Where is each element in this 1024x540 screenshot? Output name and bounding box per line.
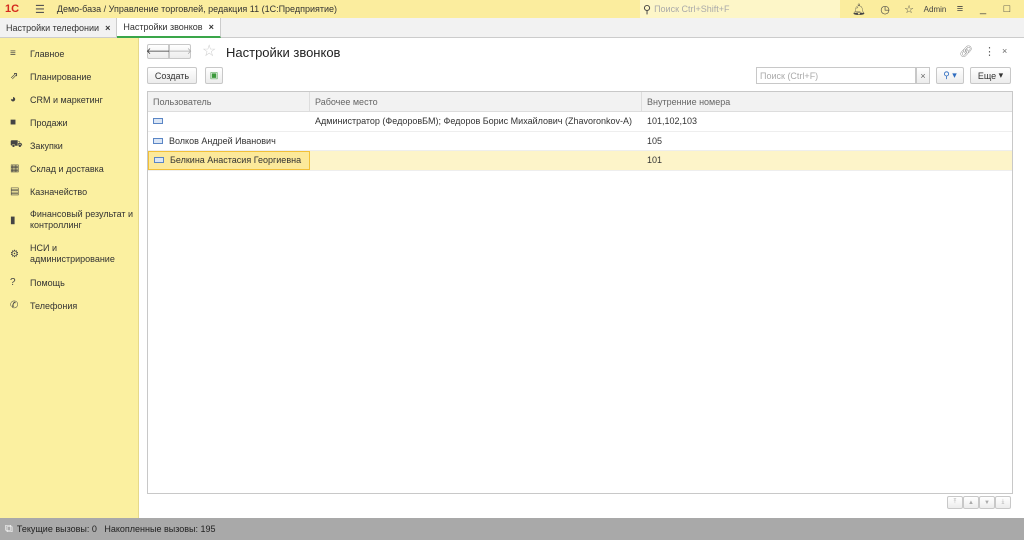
- close-icon[interactable]: ×: [209, 22, 214, 32]
- close-form-icon[interactable]: ×: [1002, 46, 1007, 56]
- first-page-button[interactable]: ⤒: [947, 496, 963, 509]
- app-title: Демо-база / Управление торговлей, редакц…: [56, 4, 338, 14]
- chart-icon: ⇗: [10, 71, 19, 82]
- money-icon: ▤: [10, 186, 20, 197]
- sidebar-item-main[interactable]: ≡ Главное: [0, 42, 138, 65]
- forward-button[interactable]: 🡒: [168, 44, 192, 59]
- search-button[interactable]: ⚲ ▾: [936, 67, 964, 84]
- page-up-button[interactable]: ▲: [963, 496, 979, 509]
- app-logo: 1С: [5, 3, 20, 15]
- page-down-button[interactable]: ▼: [979, 496, 995, 509]
- copy-document-icon[interactable]: ▣: [205, 67, 223, 84]
- sidebar-item-crm[interactable]: ◕ CRM и маркетинг: [0, 88, 138, 111]
- search-icon: ⚲: [643, 3, 652, 16]
- minimize-icon[interactable]: _: [971, 3, 995, 15]
- star-icon[interactable]: ☆: [897, 3, 921, 16]
- menu-icon: ≡: [10, 48, 16, 59]
- sidebar-item-sales[interactable]: ■ Продажи: [0, 111, 138, 134]
- sidebar-item-finance[interactable]: ▮ Финансовый результат и контроллинг: [0, 203, 138, 237]
- calls-icon[interactable]: ⧉: [5, 523, 13, 536]
- sidebar-item-treasury[interactable]: ▤ Казначейство: [0, 180, 138, 203]
- table-row[interactable]: Волков Андрей Иванович 105: [148, 132, 1012, 151]
- tab-call-settings[interactable]: Настройки звонков ×: [117, 18, 221, 38]
- tab-bar: Настройки телефонии × Настройки звонков ×: [0, 18, 1024, 38]
- record-icon: [153, 118, 163, 125]
- calls-status: Текущие вызовы: 0 Накопленные вызовы: 19…: [16, 524, 216, 534]
- bell-icon[interactable]: 🔔︎: [845, 3, 873, 16]
- gear-icon: ⚙: [10, 248, 19, 260]
- search-input[interactable]: Поиск (Ctrl+F): [756, 67, 916, 84]
- back-button[interactable]: 🡐: [146, 44, 170, 59]
- sidebar-item-admin[interactable]: ⚙ НСИ и администрирование: [0, 237, 138, 271]
- global-search-input[interactable]: ⚲ Поиск Ctrl+Shift+F: [640, 0, 840, 18]
- history-icon[interactable]: ◷: [873, 3, 897, 16]
- help-icon: ?: [10, 277, 16, 288]
- pie-icon: ◕: [10, 94, 17, 105]
- table-navigation: ⤒ ▲ ▼ ⤓: [947, 496, 1011, 509]
- sidebar-item-planning[interactable]: ⇗ Планирование: [0, 65, 138, 88]
- create-button[interactable]: Создать: [147, 67, 197, 84]
- settings-menu-icon[interactable]: ≡: [949, 3, 971, 15]
- sidebar: ≡ Главное ⇗ Планирование ◕ CRM и маркетинг …: [0, 38, 139, 518]
- link-icon[interactable]: 🔗︎: [959, 45, 973, 58]
- grid-icon: ▦: [10, 163, 20, 174]
- sidebar-item-telephony[interactable]: ✆ Телефония: [0, 294, 138, 317]
- close-icon[interactable]: ×: [105, 23, 110, 33]
- tab-telephony-settings[interactable]: Настройки телефонии ×: [0, 18, 118, 38]
- user-name[interactable]: Admin: [921, 5, 949, 14]
- sidebar-item-help[interactable]: ? Помощь: [0, 271, 138, 294]
- phone-icon: ✆: [10, 300, 19, 311]
- last-page-button[interactable]: ⤓: [995, 496, 1011, 509]
- column-header-numbers[interactable]: Внутренние номера: [642, 92, 1012, 111]
- more-actions-icon[interactable]: ⋮: [984, 45, 995, 58]
- maximize-icon[interactable]: □: [995, 3, 1019, 15]
- table-row-selected[interactable]: Белкина Анастасия Георгиевна 101: [148, 151, 1012, 171]
- sidebar-item-warehouse[interactable]: ▦ Склад и доставка: [0, 157, 138, 180]
- record-icon: [153, 137, 163, 144]
- column-header-workplace[interactable]: Рабочее место: [310, 92, 642, 111]
- cart-icon: ⛟: [10, 139, 23, 150]
- main-menu-icon[interactable]: ☰: [35, 3, 45, 16]
- form-area: 🡐 🡒 ☆ Настройки звонков 🔗︎ ⋮ × Создать ▣…: [139, 39, 1024, 518]
- more-button[interactable]: Еще ▾: [970, 67, 1011, 84]
- sidebar-item-purchases[interactable]: ⛟ Закупки: [0, 134, 138, 157]
- call-settings-table: Пользователь Рабочее место Внутренние но…: [147, 91, 1013, 494]
- page-title: Настройки звонков: [226, 45, 341, 60]
- status-bar: ⧉ Текущие вызовы: 0 Накопленные вызовы: …: [0, 518, 1024, 540]
- column-header-user[interactable]: Пользователь: [148, 92, 310, 111]
- bar-chart-icon: ▮: [10, 214, 16, 226]
- record-icon: [154, 157, 164, 164]
- close-window-icon[interactable]: ✕: [1019, 3, 1024, 16]
- favorite-star-icon[interactable]: ☆: [202, 41, 216, 61]
- table-row[interactable]: Администратор (ФедоровБМ); Федоров Борис…: [148, 112, 1012, 132]
- clear-search-button[interactable]: ×: [916, 67, 930, 84]
- bag-icon: ■: [10, 117, 17, 128]
- table-header: Пользователь Рабочее место Внутренние но…: [148, 92, 1012, 112]
